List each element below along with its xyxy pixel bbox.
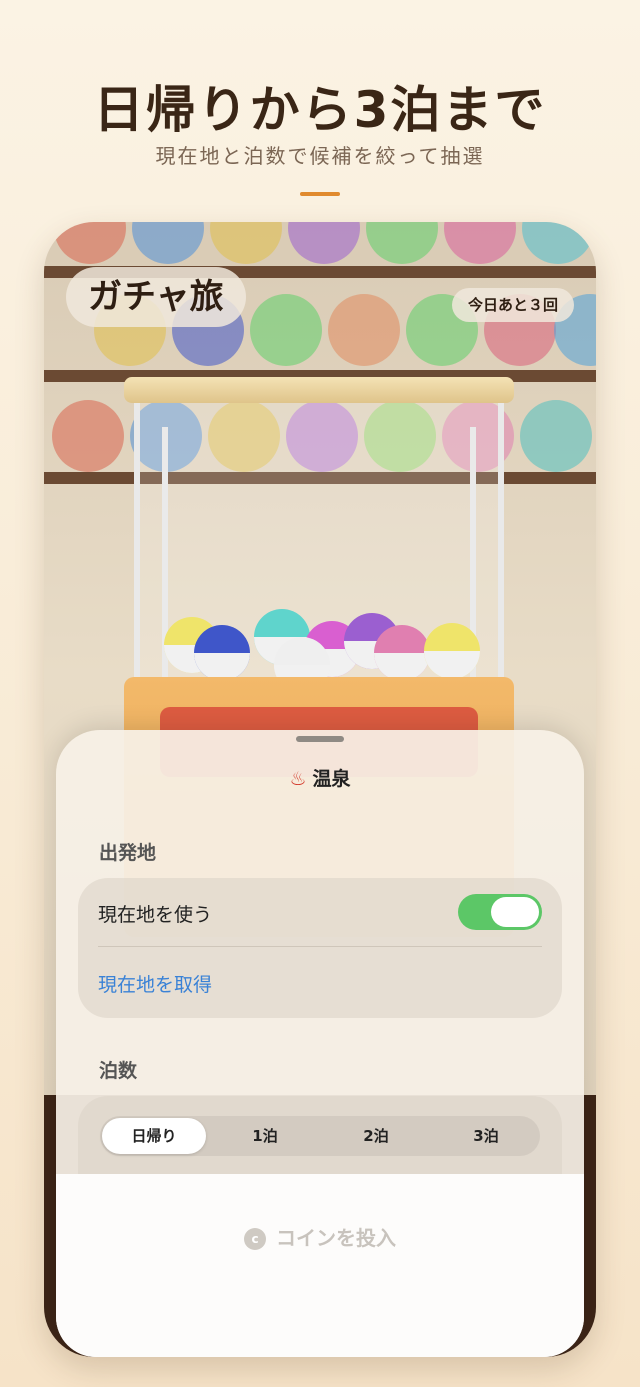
insert-coin-button[interactable]: c コインを投入 <box>56 1222 584 1251</box>
capsule <box>194 625 250 681</box>
get-location-link[interactable]: 現在地を取得 <box>98 970 212 997</box>
machine-roof <box>124 377 514 403</box>
toggle-knob <box>491 897 539 927</box>
remaining-plays-badge: 今日あと３回 <box>451 288 574 322</box>
coin-icon: c <box>244 1228 266 1250</box>
sheet-title: ♨ 温泉 <box>56 764 584 791</box>
capsule <box>424 623 480 679</box>
departure-section-label: 出発地 <box>99 842 157 864</box>
nights-section-label: 泊数 <box>99 1060 138 1082</box>
promo-subheadline: 現在地と泊数で候補を絞って抽選 <box>155 144 485 168</box>
settings-sheet: ♨ 温泉 出発地 現在地を使う 現在地を取得 泊数 日帰り 1泊 2泊 3泊 cコ… <box>56 730 584 1357</box>
category-label: 温泉 <box>312 768 351 790</box>
accent-divider <box>300 192 340 196</box>
sheet-grabber[interactable] <box>296 736 344 742</box>
nights-option-daytrip[interactable]: 日帰り <box>102 1118 206 1154</box>
promo-headline: 日帰りから3泊まで <box>93 81 547 139</box>
insert-coin-label: コインを投入 <box>276 1226 396 1250</box>
phone-screen: ガチャ旅 今日あと３回 ♨ 温泉 出発地 現在地を使う 現在地を取得 泊数 日帰り… <box>44 222 596 1357</box>
nights-option-2[interactable]: 2泊 <box>324 1118 428 1154</box>
sheet-footer: c コインを投入 <box>56 1174 584 1357</box>
departure-group: 現在地を使う 現在地を取得 <box>78 878 562 1018</box>
app-title: ガチャ旅 <box>66 267 246 327</box>
hot-spring-icon: ♨ <box>289 768 307 790</box>
capsule <box>374 625 430 681</box>
use-location-label: 現在地を使う <box>98 904 213 926</box>
use-location-toggle[interactable] <box>458 894 542 930</box>
divider <box>98 946 542 947</box>
nights-option-1[interactable]: 1泊 <box>213 1118 317 1154</box>
nights-segmented-control: 日帰り 1泊 2泊 3泊 <box>100 1116 540 1156</box>
nights-option-3[interactable]: 3泊 <box>434 1118 538 1154</box>
